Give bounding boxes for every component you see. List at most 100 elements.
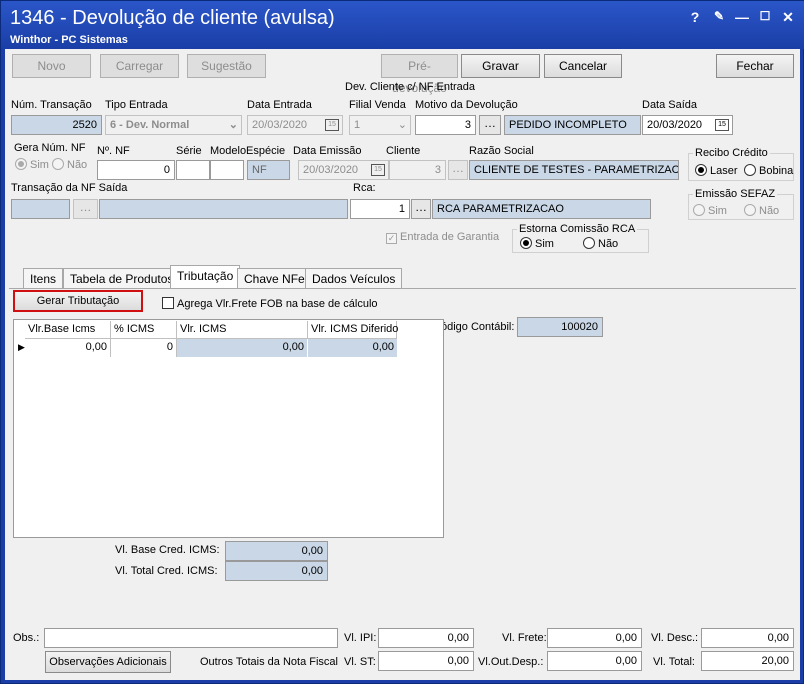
maximize-icon[interactable]: ☐ xyxy=(757,9,773,23)
gera-nao-radio[interactable]: Não xyxy=(52,158,87,171)
calendar-icon[interactable]: 15 xyxy=(371,164,385,176)
tributacao-grid[interactable]: Vlr.Base Icms % ICMS Vlr. ICMS Vlr. ICMS… xyxy=(13,319,444,538)
cliente-field[interactable]: 3 xyxy=(389,160,446,180)
gera-num-nf-label: Gera Núm. NF xyxy=(14,142,86,154)
recibo-laser-radio[interactable]: Laser xyxy=(695,164,738,177)
sefaz-sim-radio[interactable]: Sim xyxy=(693,204,727,217)
obs-label: Obs.: xyxy=(13,632,40,644)
especie-label: Espécie xyxy=(246,145,286,157)
pre-devolucao-button[interactable]: Pré-devolução xyxy=(381,54,458,95)
cancelar-button[interactable]: Cancelar xyxy=(544,54,622,78)
data-emissao-label: Data Emissão xyxy=(293,145,362,157)
grid-cell-base-icms[interactable]: 0,00 xyxy=(25,339,111,357)
recibo-bobina-label: Bobina xyxy=(759,165,794,177)
total-field[interactable]: 20,00 xyxy=(701,651,794,671)
estorna-nao-radio[interactable]: Não xyxy=(583,237,618,250)
novo-button[interactable]: Novo xyxy=(12,54,91,78)
tab-chave-nfe[interactable]: Chave NFe xyxy=(237,268,312,289)
st-field[interactable]: 0,00 xyxy=(378,651,474,671)
motivo-search-button[interactable]: … xyxy=(479,115,501,135)
edit-icon[interactable]: ✎ xyxy=(711,9,727,23)
sefaz-nao-radio[interactable]: Não xyxy=(744,204,779,217)
estorna-nao-label: Não xyxy=(598,238,619,250)
observacoes-adicionais-button[interactable]: Observações Adicionais xyxy=(45,651,171,673)
radio-icon xyxy=(744,164,756,176)
base-cred-label: Vl. Base Cred. ICMS: xyxy=(115,544,220,556)
emissao-sefaz-label: Emissão SEFAZ xyxy=(693,188,778,200)
gravar-button[interactable]: Gravar xyxy=(461,54,540,78)
grid-cell-icms-diferido[interactable]: 0,00 xyxy=(308,339,397,357)
sefaz-sim-label: Sim xyxy=(708,205,727,217)
rca-field[interactable]: 1 xyxy=(350,199,410,219)
transacao-search-button[interactable]: … xyxy=(73,199,98,219)
obs-field[interactable] xyxy=(44,628,338,648)
serie-field[interactable] xyxy=(176,160,210,180)
minimize-icon[interactable]: — xyxy=(734,9,750,25)
chevron-down-icon: ⌄ xyxy=(397,119,407,131)
estorna-sim-label: Sim xyxy=(535,238,554,250)
grid-header-pct-icms[interactable]: % ICMS xyxy=(111,321,177,339)
desc-field[interactable]: 0,00 xyxy=(701,628,794,648)
gerar-tributacao-button[interactable]: Gerar Tributação xyxy=(13,290,143,312)
data-entrada-field[interactable]: 20/03/2020 15 xyxy=(247,115,343,135)
gera-sim-radio[interactable]: Sim xyxy=(15,158,49,171)
especie-field: NF xyxy=(247,160,290,180)
rca-label: Rca: xyxy=(353,182,376,194)
data-entrada-label: Data Entrada xyxy=(247,99,312,111)
carregar-button[interactable]: Carregar xyxy=(100,54,179,78)
fechar-button[interactable]: Fechar xyxy=(716,54,794,78)
checkbox-icon xyxy=(162,297,174,309)
calendar-icon[interactable]: 15 xyxy=(325,119,339,131)
checkmark-icon: ✓ xyxy=(386,233,397,244)
num-transacao-field[interactable]: 2520 xyxy=(11,115,102,135)
rca-search-button[interactable]: … xyxy=(411,199,431,219)
agrega-frete-checkbox[interactable]: Agrega Vlr.Frete FOB na base de cálculo xyxy=(162,297,378,310)
modelo-label: Modelo xyxy=(210,145,247,157)
tab-dados-veiculos[interactable]: Dados Veículos xyxy=(305,268,403,289)
entrada-garantia-checkbox[interactable]: ✓ Entrada de Garantia xyxy=(386,231,499,244)
grid-header-icms-diferido[interactable]: Vlr. ICMS Diferido xyxy=(308,321,398,339)
razao-social-label: Razão Social xyxy=(469,145,534,157)
data-saida-label: Data Saída xyxy=(642,99,698,111)
tipo-entrada-select[interactable]: 6 - Dev. Normal ⌄ xyxy=(105,115,242,135)
radio-icon xyxy=(15,158,27,170)
sefaz-nao-label: Não xyxy=(759,205,780,217)
grid-cell-pct-icms[interactable]: 0 xyxy=(111,339,177,357)
estorna-label: Estorna Comissão RCA xyxy=(517,223,638,235)
radio-icon xyxy=(583,237,595,249)
motivo-code-field[interactable]: 3 xyxy=(415,115,476,135)
out-desp-field[interactable]: 0,00 xyxy=(547,651,642,671)
cliente-search-button[interactable]: … xyxy=(448,160,468,180)
frete-label: Vl. Frete: xyxy=(502,632,547,644)
close-icon[interactable]: ✕ xyxy=(780,9,796,26)
tab-tabela-produtos[interactable]: Tabela de Produtos xyxy=(63,268,181,289)
data-entrada-value: 20/03/2020 xyxy=(252,119,308,131)
sugestao-button[interactable]: Sugestão xyxy=(187,54,266,78)
recibo-bobina-radio[interactable]: Bobina xyxy=(744,164,793,177)
filial-venda-select[interactable]: 1 ⌄ xyxy=(349,115,411,135)
data-emissao-field[interactable]: 20/03/2020 15 xyxy=(298,160,389,180)
tab-itens[interactable]: Itens xyxy=(23,268,64,289)
frete-field[interactable]: 0,00 xyxy=(547,628,642,648)
st-label: Vl. ST: xyxy=(344,656,376,668)
grid-header-vlr-icms[interactable]: Vlr. ICMS xyxy=(177,321,308,339)
codigo-contabil-field[interactable]: 100020 xyxy=(517,317,603,337)
no-nf-field[interactable]: 0 xyxy=(97,160,175,180)
codigo-contabil-label: ódigo Contábil: xyxy=(441,321,515,333)
data-saida-field[interactable]: 20/03/2020 15 xyxy=(642,115,733,135)
tab-tributacao[interactable]: Tributação xyxy=(170,265,241,289)
cliente-label: Cliente xyxy=(386,145,421,157)
grid-cell-vlr-icms[interactable]: 0,00 xyxy=(177,339,308,357)
estorna-sim-radio[interactable]: Sim xyxy=(520,237,554,250)
grid-header-base-icms[interactable]: Vlr.Base Icms xyxy=(25,321,111,339)
ipi-field[interactable]: 0,00 xyxy=(378,628,474,648)
transacao-nf-saida-field[interactable] xyxy=(11,199,70,219)
calendar-icon[interactable]: 15 xyxy=(715,119,729,131)
modelo-field[interactable] xyxy=(210,160,244,180)
radio-icon xyxy=(520,237,532,249)
gera-sim-label: Sim xyxy=(30,159,49,171)
desc-label: Vl. Desc.: xyxy=(651,632,699,644)
help-icon[interactable]: ? xyxy=(687,9,703,25)
recibo-credito-label: Recibo Crédito xyxy=(693,147,770,159)
radio-icon xyxy=(695,164,707,176)
